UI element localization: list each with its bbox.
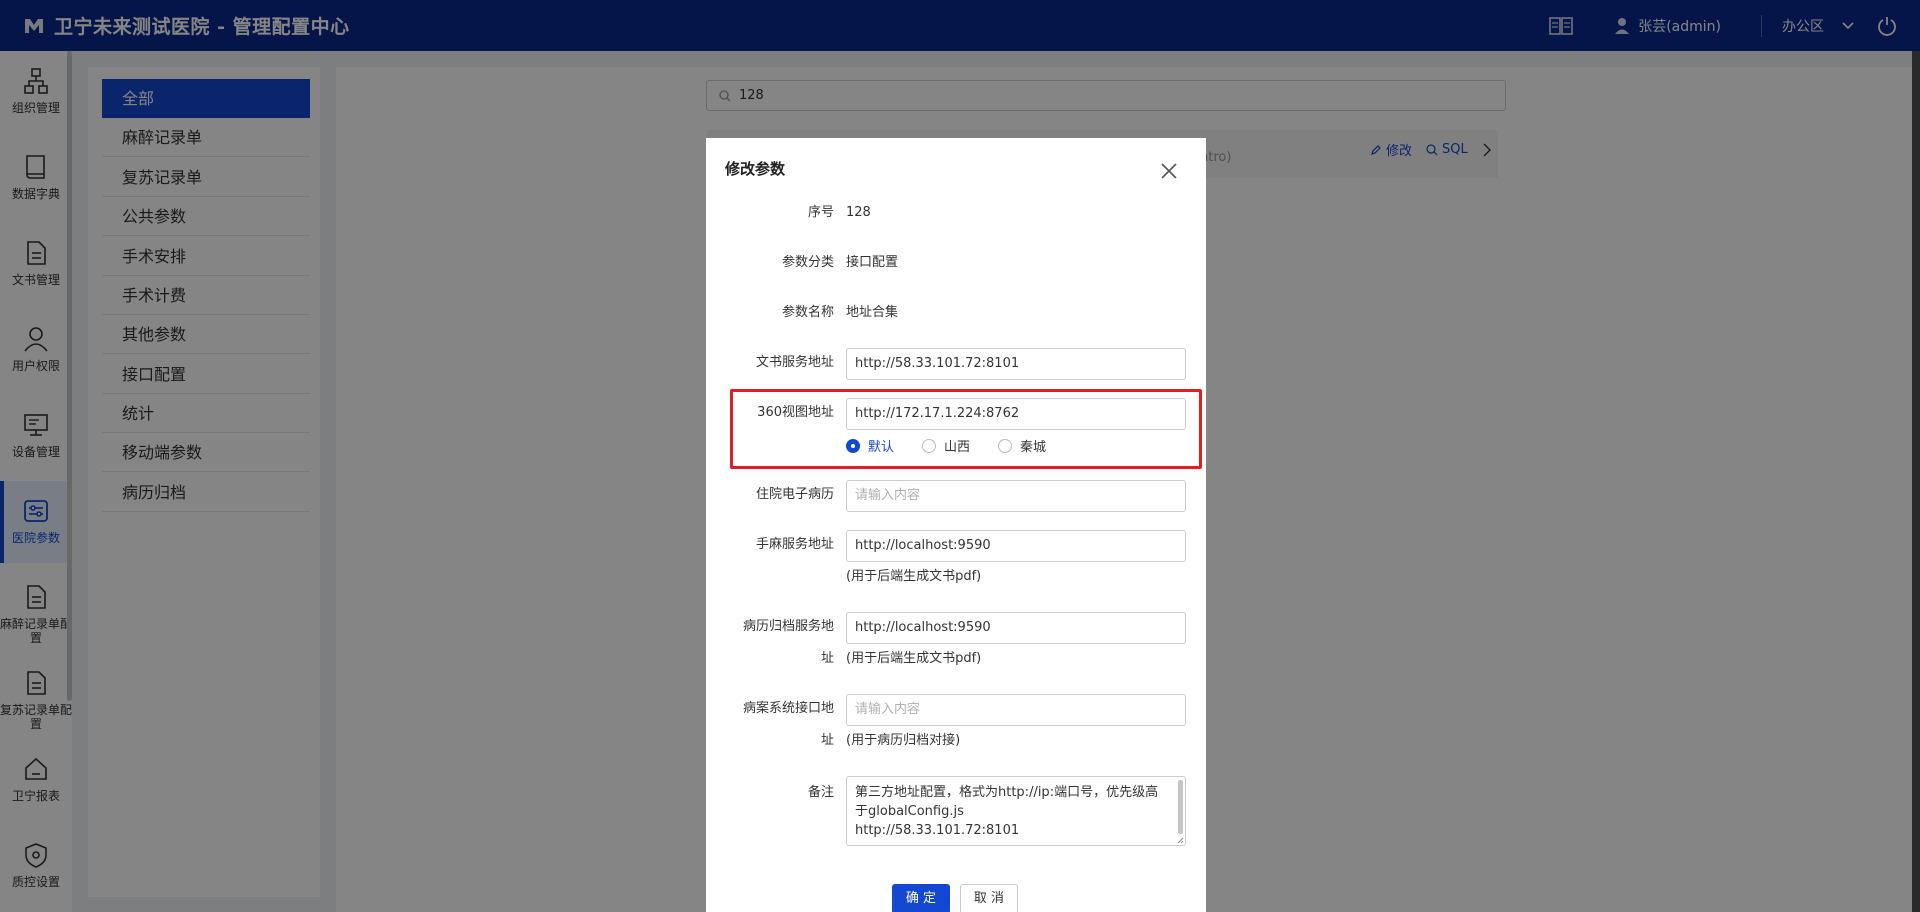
- edit-param-dialog: 修改参数 序号 128 参数分类 接口配置 参数名称 地址合集 文书服务地址 h…: [706, 138, 1206, 912]
- anesthesia-hint: (用于后端生成文书pdf): [846, 569, 982, 584]
- close-icon[interactable]: [1158, 160, 1180, 182]
- case-label: 病案系统接口地: [742, 701, 834, 716]
- radio-shanxi[interactable]: 山西: [922, 436, 970, 455]
- anesthesia-label: 手麻服务地址: [755, 537, 834, 552]
- view360-label: 360视图地址: [757, 405, 834, 420]
- name-value: 地址合集: [846, 305, 899, 320]
- archive-label: 病历归档服务地: [742, 619, 834, 634]
- case-input[interactable]: 请输入内容: [846, 694, 1186, 726]
- seq-label: 序号: [807, 205, 834, 220]
- archive-label-cont: 址: [820, 651, 834, 666]
- region-radio-group: 默认 山西 秦城: [846, 436, 1074, 455]
- case-hint: (用于病历归档对接): [846, 733, 961, 748]
- category-label: 参数分类: [781, 255, 834, 270]
- name-label: 参数名称: [781, 305, 834, 320]
- anesthesia-input[interactable]: http://localhost:9590: [846, 530, 1186, 562]
- archive-input[interactable]: http://localhost:9590: [846, 612, 1186, 644]
- archive-hint: (用于后端生成文书pdf): [846, 651, 982, 666]
- radio-label: 秦城: [1020, 440, 1047, 455]
- cancel-button[interactable]: 取 消: [960, 884, 1018, 912]
- radio-qincheng[interactable]: 秦城: [998, 436, 1046, 455]
- remark-label: 备注: [807, 785, 834, 800]
- view360-input[interactable]: http://172.17.1.224:8762: [846, 398, 1186, 430]
- doc-service-input[interactable]: http://58.33.101.72:8101: [846, 348, 1186, 380]
- inpatient-input[interactable]: 请输入内容: [846, 480, 1186, 512]
- radio-label: 默认: [868, 440, 895, 455]
- radio-circle: [998, 438, 1013, 453]
- page-scrollbar[interactable]: [1912, 51, 1920, 912]
- inpatient-label: 住院电子病历: [755, 487, 834, 502]
- radio-circle: [846, 438, 860, 453]
- remark-line: 于globalConfig.js: [855, 804, 964, 819]
- remark-line: http://58.33.101.72:8101: [855, 823, 1020, 838]
- radio-circle: [922, 438, 937, 453]
- radio-default[interactable]: 默认: [846, 436, 894, 455]
- case-label-cont: 址: [820, 733, 834, 748]
- category-value: 接口配置: [846, 255, 899, 270]
- dialog-title: 修改参数: [725, 160, 786, 178]
- remark-textarea[interactable]: 第三方地址配置，格式为http://ip:端口号，优先级高 于globalCon…: [846, 776, 1186, 846]
- textarea-scrollbar[interactable]: [1178, 780, 1183, 834]
- resize-handle-icon[interactable]: [1177, 837, 1184, 844]
- remark-line: 第三方地址配置，格式为http://ip:端口号，优先级高: [855, 785, 1159, 800]
- confirm-button[interactable]: 确 定: [892, 884, 950, 912]
- seq-value: 128: [846, 205, 871, 220]
- doc-service-label: 文书服务地址: [755, 355, 834, 370]
- radio-label: 山西: [944, 440, 971, 455]
